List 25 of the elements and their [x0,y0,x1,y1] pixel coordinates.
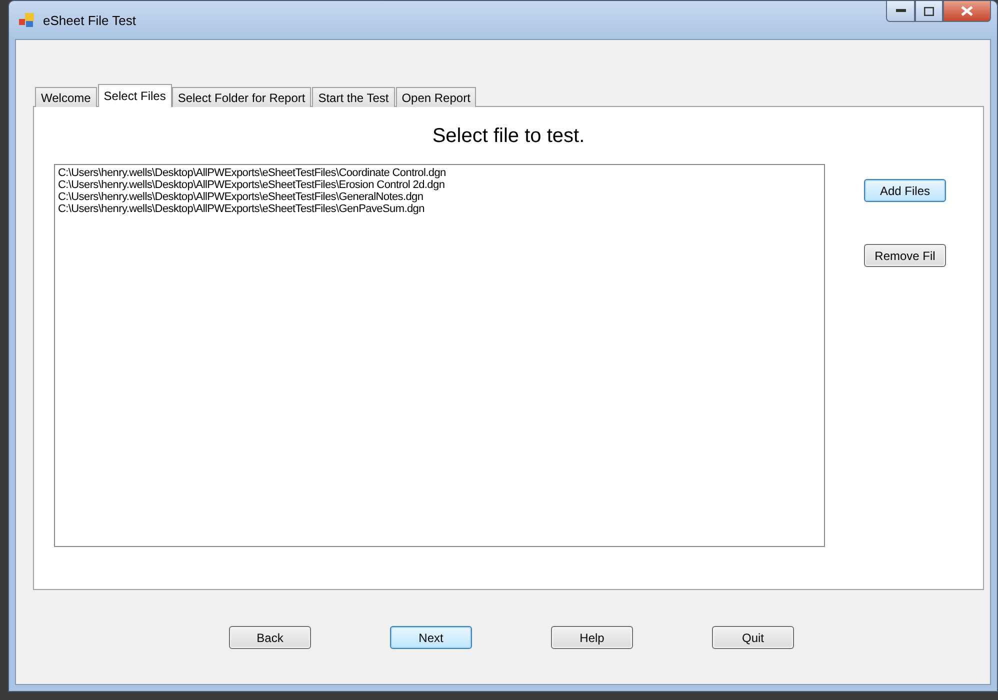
tab[interactable]: Open Report [396,87,476,107]
minimize-button[interactable] [886,1,915,22]
list-item[interactable]: C:\Users\henry.wells\Desktop\AllPWExports\eSheetTestFiles\Erosion Control 2d.dgn [58,179,821,191]
window-title: eSheet File Test [43,12,136,28]
file-list[interactable] [54,164,825,547]
tab[interactable]: Select Files [98,84,172,107]
tab[interactable]: Welcome [35,87,97,107]
app-icon [19,13,35,27]
maximize-icon [924,6,934,16]
close-icon [961,6,973,16]
close-button[interactable] [943,1,991,22]
side-button[interactable]: Add Files [864,179,946,202]
list-item[interactable]: C:\Users\henry.wells\Desktop\AllPWExports\eSheetTestFiles\Coordinate Control.dgn [58,167,821,179]
heading: Select file to test. [431,125,586,148]
list-item[interactable]: C:\Users\henry.wells\Desktop\AllPWExports\eSheetTestFiles\GeneralNotes.dgn [58,191,821,203]
tab[interactable]: Start the Test [312,87,395,107]
side-button[interactable]: Remove Fil [864,244,946,267]
maximize-button[interactable] [915,1,943,22]
minimize-icon [896,9,906,13]
nav-button[interactable]: Back [229,626,311,649]
tab[interactable]: Select Folder for Report [172,87,312,107]
nav-button[interactable]: Quit [712,626,794,649]
nav-button[interactable]: Help [551,626,633,649]
nav-button[interactable]: Next [390,626,472,649]
list-item[interactable]: C:\Users\henry.wells\Desktop\AllPWExports\eSheetTestFiles\GenPaveSum.dgn [58,203,821,215]
